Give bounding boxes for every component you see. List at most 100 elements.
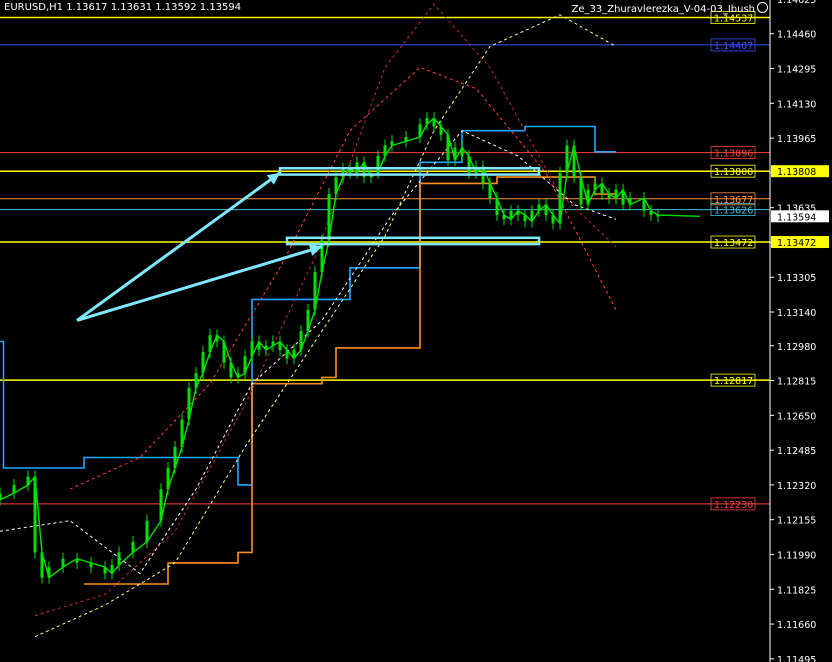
ytick-label: 1.14295 — [777, 65, 816, 76]
level-label: 1.13808 — [714, 167, 753, 178]
candle-body — [656, 215, 660, 217]
candle-body — [600, 183, 604, 194]
candle-body — [306, 309, 310, 331]
level-label: 1.13677 — [714, 195, 753, 206]
ytick-label: 1.14130 — [777, 99, 816, 110]
candle-body — [446, 134, 450, 161]
candle-body — [0, 493, 2, 500]
candle-body — [173, 446, 177, 469]
ytick-label: 1.12980 — [777, 342, 816, 353]
candle-body — [215, 335, 219, 342]
ytick-label: 1.12485 — [777, 446, 816, 457]
candle-body — [460, 147, 464, 157]
candle-body — [243, 356, 247, 374]
candle-body — [607, 193, 611, 199]
ytick-label: 1.13140 — [777, 308, 816, 319]
candle-body — [439, 126, 443, 135]
candle-body — [236, 373, 240, 378]
candle-body — [159, 489, 163, 521]
candle-body — [649, 210, 653, 216]
candle-body — [180, 419, 184, 447]
ytick-label: 1.11825 — [777, 585, 816, 596]
level-tag-label: 1.13472 — [777, 238, 816, 249]
candle-body — [47, 567, 51, 578]
candle-body — [516, 210, 520, 216]
ytick-label: 1.11990 — [777, 550, 816, 561]
candle-body — [103, 567, 107, 574]
ytick-label: 1.12320 — [777, 481, 816, 492]
candle-body — [376, 156, 380, 173]
candle-body — [502, 215, 506, 220]
candle-body — [61, 558, 65, 568]
candle-body — [229, 362, 233, 378]
candle-body — [551, 215, 555, 224]
ytick-label: 1.11495 — [777, 655, 816, 662]
candle-body — [530, 210, 534, 222]
candle-body — [208, 335, 212, 353]
level-label: 1.14537 — [714, 13, 753, 24]
candle-body — [313, 271, 317, 310]
candle-body — [334, 177, 338, 194]
ytick-label: 1.13305 — [777, 273, 816, 284]
candle-body — [201, 352, 205, 374]
indicator-name: Ze_33_Zhuravlerezka_V-04-03_Ibush — [572, 2, 768, 15]
level-label: 1.13472 — [714, 238, 753, 249]
candle-body — [110, 565, 114, 574]
candle-body — [425, 118, 429, 125]
candle-body — [327, 193, 331, 241]
candle-body — [495, 198, 499, 216]
candle-body — [572, 145, 576, 178]
candle-body — [75, 558, 79, 563]
level-label: 1.12230 — [714, 500, 753, 511]
ytick-label: 1.12815 — [777, 377, 816, 388]
candle-body — [383, 145, 387, 157]
level-label: 1.14407 — [714, 41, 753, 52]
price-chart[interactable]: 1.14625 1.14460 1.14295 1.14130 1.13965 1.138… — [0, 0, 832, 662]
candle-body — [131, 541, 135, 553]
candle-body — [558, 172, 562, 224]
candle-body — [523, 215, 527, 222]
ytick-label: 1.11660 — [777, 620, 816, 631]
level-label: 1.13626 — [714, 206, 753, 217]
candle-body — [187, 387, 191, 420]
chart-background — [0, 0, 832, 662]
candle-body — [292, 349, 296, 359]
candle-body — [565, 145, 569, 173]
candle-body — [26, 476, 30, 485]
candle-body — [271, 341, 275, 346]
candle-body — [432, 118, 436, 127]
level-tag-label: 1.13808 — [777, 167, 816, 178]
smiley-icon — [757, 2, 768, 13]
candle-body — [488, 183, 492, 199]
level-label: 1.13896 — [714, 149, 753, 160]
candle-body — [593, 183, 597, 190]
candle-body — [467, 156, 471, 173]
candle-body — [89, 562, 93, 568]
candle-body — [222, 341, 226, 363]
candle-body — [299, 331, 303, 350]
candle-body — [33, 476, 37, 553]
candle-body — [404, 137, 408, 142]
candle-body — [250, 341, 254, 357]
candle-body — [12, 484, 16, 494]
ytick-label: 1.14625 — [777, 0, 816, 6]
candle-body — [579, 177, 583, 205]
indicator-name-text: Ze_33_Zhuravlerezka_V-04-03_Ibush — [571, 4, 755, 15]
candle-body — [264, 345, 268, 350]
ytick-label: 1.12155 — [777, 516, 816, 527]
candle-body — [614, 189, 618, 199]
symbol-info: EURUSD,H1 1.13617 1.13631 1.13592 1.1359… — [4, 2, 242, 13]
ytick-label: 1.13965 — [777, 134, 816, 145]
candle-body — [628, 198, 632, 205]
candle-body — [278, 341, 282, 350]
candle-body — [537, 204, 541, 211]
candle-body — [642, 198, 646, 211]
candle-body — [166, 468, 170, 490]
candle-body — [194, 373, 198, 388]
candle-body — [621, 189, 625, 205]
ytick-label: 1.14460 — [777, 30, 816, 41]
candle-body — [453, 147, 457, 161]
candle-body — [509, 210, 513, 220]
candle-body — [285, 349, 289, 359]
candle-body — [145, 520, 149, 542]
